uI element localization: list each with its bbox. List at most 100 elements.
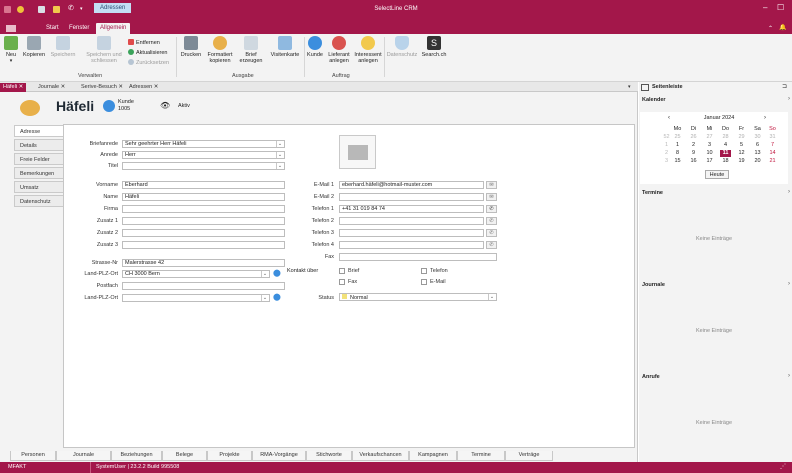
land-plz-ort-select[interactable]: CH 3000 Bern ⌄ [122,270,270,278]
telefon1-input[interactable]: +41 31 019 84 74 [339,205,484,213]
name-input[interactable]: Häfeli [122,193,285,201]
aktualisieren-button[interactable]: Aktualisieren [128,49,168,56]
email2-send-icon[interactable]: ✉ [486,193,497,201]
bottom-tab-journale[interactable]: Journale [56,451,111,461]
tab-start[interactable]: Start [44,23,61,34]
telefon1-call-icon[interactable]: ✆ [486,205,497,213]
chevron-right-icon[interactable]: › [788,96,790,102]
kontakt-fax-checkbox[interactable] [339,279,345,285]
doc-tab-haefeli[interactable]: Häfeli ✕ [0,83,27,92]
bottom-tab-projekte[interactable]: Projekte [207,451,252,461]
tab-bemerkungen[interactable]: Bemerkungen [14,167,64,179]
telefon3-input[interactable] [339,229,484,237]
bottom-tab-vertraege[interactable]: Verträge [505,451,553,461]
bottom-tab-termine[interactable]: Termine [457,451,505,461]
file-menu-icon[interactable] [6,25,16,32]
calendar-day[interactable]: 29 [736,134,747,141]
kontakt-brief-checkbox[interactable] [339,268,345,274]
chevron-right-icon[interactable]: › [788,189,790,195]
bottom-tab-rma-vorgaenge[interactable]: RMA-Vorgänge [252,451,306,461]
speichern-schliessen-button[interactable]: Speichern und schliessen [86,36,122,64]
titel-select[interactable]: ⌄ [122,162,285,170]
bottom-tab-stichworte[interactable]: Stichworte [306,451,352,461]
searchch-button[interactable]: S Search.ch [420,36,448,58]
map-pin-icon[interactable]: ⬤ [273,269,281,277]
calendar-day[interactable]: 5 [736,142,747,149]
interessent-anlegen-button[interactable]: Interessent anlegen [353,36,383,64]
calendar-day[interactable]: 19 [736,158,747,165]
notification-icon[interactable]: 🔔 [777,23,788,34]
zusatz3-input[interactable] [122,241,285,249]
calendar-day[interactable]: 14 [767,150,778,157]
telefon4-call-icon[interactable]: ✆ [486,241,497,249]
calendar-day[interactable]: 2 [688,142,699,149]
zuruecksetzen-button[interactable]: Zurücksetzen [128,59,169,66]
telefon2-call-icon[interactable]: ✆ [486,217,497,225]
calendar-day[interactable]: 31 [767,134,778,141]
speichern-button[interactable]: Speichern [50,36,76,58]
bottom-tab-verkaufschancen[interactable]: Verkaufschancen [352,451,409,461]
close-icon[interactable]: ☐ [777,3,784,12]
minimize-icon[interactable]: – [763,3,767,12]
bottom-tab-kampagnen[interactable]: Kampagnen [409,451,457,461]
neu-button[interactable]: Neu ▾ [2,36,20,64]
postfach-input[interactable] [122,282,285,290]
telefon2-input[interactable] [339,217,484,225]
formatiert-kopieren-button[interactable]: Formatiert kopieren [205,36,235,64]
pin-icon[interactable]: ⊐ [782,83,787,90]
tab-freie-felder[interactable]: Freie Felder [14,153,64,165]
datenschutz-button[interactable]: Datenschutz [386,36,418,58]
tab-umsatz[interactable]: Umsatz [14,181,64,193]
doc-tab-adressen[interactable]: Adressen ✕ [126,83,161,92]
close-icon[interactable]: ✕ [61,84,66,90]
tab-details[interactable]: Details [14,139,64,151]
close-icon[interactable]: ✕ [154,84,159,90]
brief-erzeugen-button[interactable]: Brief erzeugen [237,36,265,64]
email1-input[interactable]: eberhard.häfeli@hotmail-muster.com [339,181,484,189]
tab-allgemein[interactable]: Allgemein [96,23,131,34]
calendar-day[interactable]: 16 [688,158,699,165]
calendar-day[interactable]: 6 [752,142,763,149]
lieferant-anlegen-button[interactable]: Lieferant anlegen [325,36,353,64]
telefon4-input[interactable] [339,241,484,249]
visitenkarte-button[interactable]: Visitenkarte [267,36,303,58]
calendar-day[interactable]: 20 [752,158,763,165]
calendar-day[interactable]: 15 [672,158,683,165]
bottom-tab-belege[interactable]: Belege [162,451,207,461]
calendar-day[interactable]: 21 [767,158,778,165]
tab-fenster[interactable]: Fenster [67,23,91,34]
drucken-button[interactable]: Drucken [179,36,203,58]
tab-list-dropdown-icon[interactable]: ▾ [625,83,634,92]
chevron-right-icon[interactable]: › [788,373,790,379]
chevron-right-icon[interactable]: › [788,281,790,287]
close-icon[interactable]: ✕ [118,84,123,90]
firma-input[interactable] [122,205,285,213]
kontakt-telefon-checkbox[interactable] [421,268,427,274]
land-plz-ort2-select[interactable]: ⌄ [122,294,270,302]
fax-input[interactable] [339,253,497,261]
calendar-day[interactable]: 28 [720,134,731,141]
zusatz1-input[interactable] [122,217,285,225]
calendar-day[interactable]: 11 [720,150,731,157]
calendar-day[interactable]: 1 [672,142,683,149]
telefon3-call-icon[interactable]: ✆ [486,229,497,237]
kopieren-button[interactable]: Kopieren [22,36,46,58]
calendar-day[interactable]: 25 [672,134,683,141]
calendar-day[interactable]: 7 [767,142,778,149]
entfernen-button[interactable]: Entfernen [128,39,160,46]
calendar-next-icon[interactable]: › [764,115,766,121]
calendar-day[interactable]: 13 [752,150,763,157]
briefanrede-select[interactable]: Sehr geehrter Herr Häfeli ⌄ [122,140,285,148]
calendar-day[interactable]: 10 [704,150,715,157]
zusatz2-input[interactable] [122,229,285,237]
resize-grip-icon[interactable]: ⋰ [780,463,786,470]
email1-send-icon[interactable]: ✉ [486,181,497,189]
doc-tab-journale[interactable]: Journale ✕ [35,83,68,92]
calendar-day[interactable]: 3 [704,142,715,149]
calendar-day[interactable]: 17 [704,158,715,165]
calendar-prev-icon[interactable]: ‹ [668,115,670,121]
calendar-day[interactable]: 9 [688,150,699,157]
calendar-day[interactable]: 4 [720,142,731,149]
status-select[interactable]: Normal ⌄ [339,293,497,301]
kontakt-email-checkbox[interactable] [421,279,427,285]
